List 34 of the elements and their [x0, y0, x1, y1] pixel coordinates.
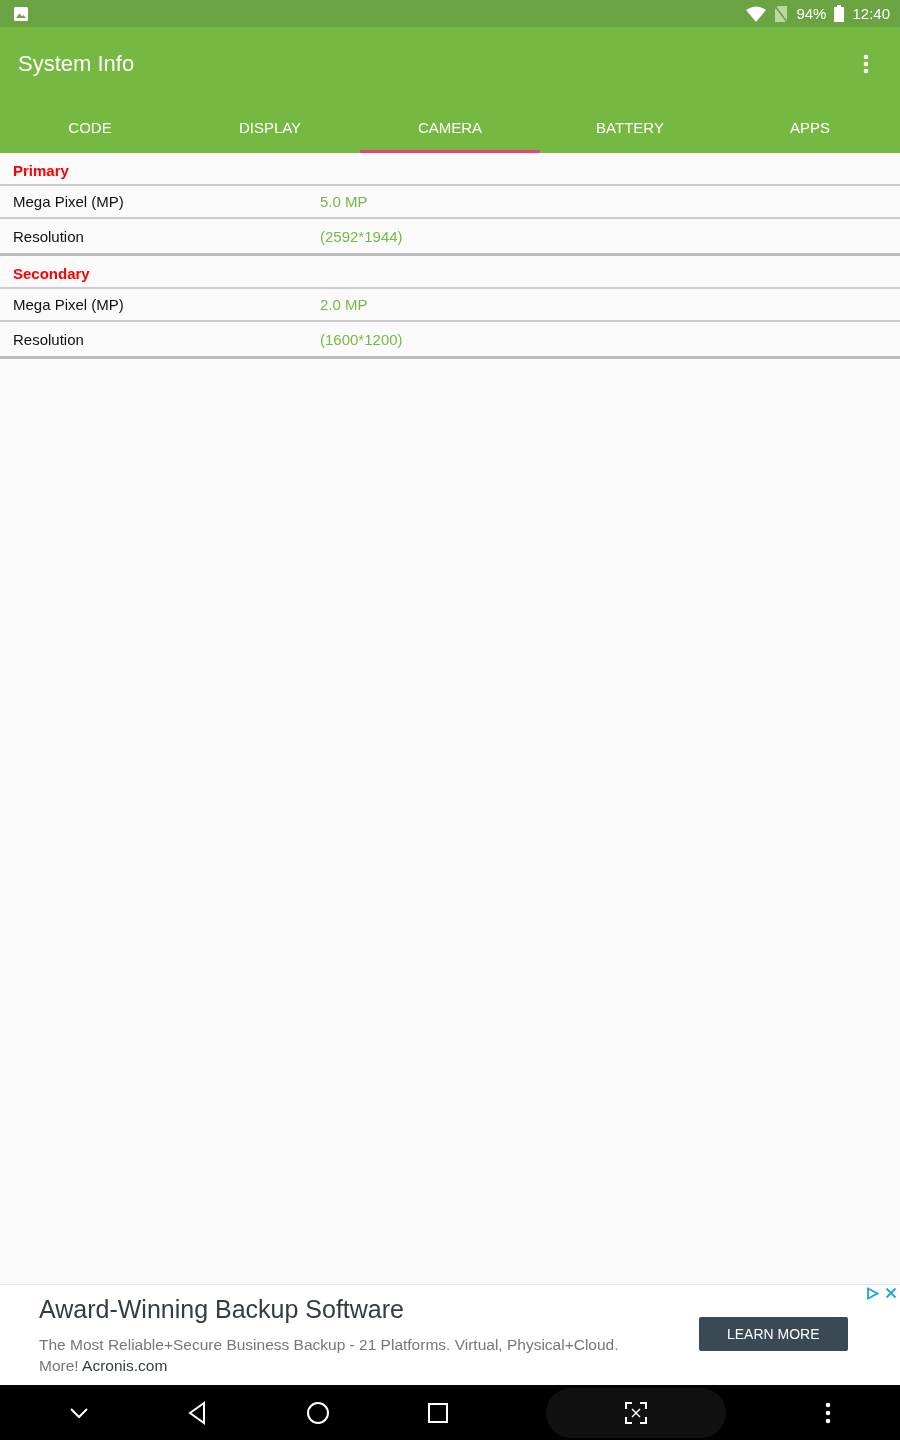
row-value: 5.0 MP	[320, 193, 368, 210]
screenshot-icon	[625, 1401, 648, 1424]
row-value: (2592*1944)	[320, 227, 403, 245]
chevron-down-icon[interactable]	[69, 1406, 90, 1419]
battery-icon	[834, 5, 845, 22]
home-icon[interactable]	[305, 1400, 330, 1425]
ad-description: The Most Reliable+Secure Business Backup - 21 Platforms. Virtual, Physical+Cloud. More! Acronis.com	[39, 1334, 620, 1376]
ad-choices-icon[interactable]	[866, 1287, 879, 1300]
section-header: Secondary	[0, 256, 900, 289]
more-options-icon[interactable]	[824, 1401, 831, 1424]
row-label: Mega Pixel (MP)	[12, 193, 125, 210]
back-icon[interactable]	[187, 1400, 208, 1425]
row-label: Resolution	[12, 227, 85, 245]
tab[interactable]: BATTERY	[540, 101, 720, 153]
ad-banner[interactable]: Award-Winning Backup Software The Most Reliable+Secure Business Backup - 21 Platforms. Virtual, Physical+Cloud. More! Acronis.com LEARN MORE	[0, 1284, 900, 1385]
app-title: System Info	[18, 51, 135, 77]
clock: 12:40	[852, 5, 890, 22]
wifi-icon	[746, 5, 767, 22]
no-sim-icon	[774, 4, 789, 23]
tab[interactable]: DISPLAY	[180, 101, 360, 153]
row-value: (1600*1200)	[320, 330, 403, 348]
row-label: Mega Pixel (MP)	[12, 296, 125, 313]
tab[interactable]: CODE	[0, 101, 180, 153]
tab[interactable]: APPS	[720, 101, 900, 153]
battery-percentage: 94%	[796, 5, 827, 22]
image-icon	[13, 5, 29, 22]
learn-more-button[interactable]: LEARN MORE	[699, 1317, 848, 1351]
recents-icon[interactable]	[428, 1402, 449, 1423]
row-value: 2.0 MP	[320, 296, 368, 313]
ad-title: Award-Winning Backup Software	[39, 1294, 405, 1324]
row-label: Resolution	[12, 330, 85, 348]
close-icon[interactable]	[885, 1287, 897, 1299]
section-header: Primary	[0, 153, 900, 186]
tab[interactable]: CAMERA	[360, 101, 540, 153]
